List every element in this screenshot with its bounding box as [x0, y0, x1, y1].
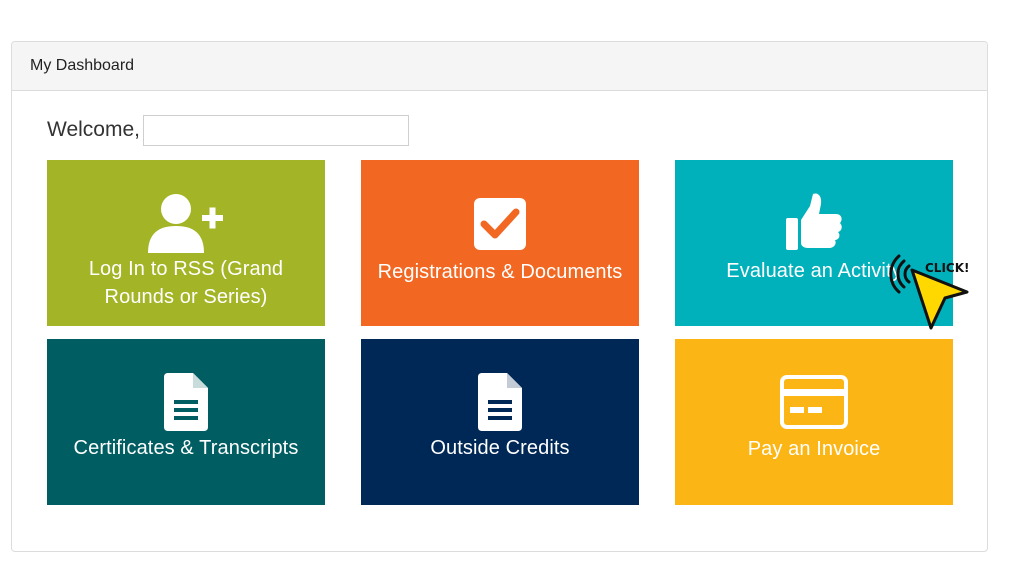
- tile-pay-invoice[interactable]: Pay an Invoice: [675, 339, 953, 505]
- tile-label: Certificates & Transcripts: [73, 437, 299, 459]
- tile-evaluate-activity[interactable]: Evaluate an Activity: [675, 160, 953, 326]
- tile-outside-credits[interactable]: Outside Credits: [361, 339, 639, 505]
- tile-label: Evaluate an Activity: [726, 260, 902, 282]
- tile-label: Outside Credits: [430, 437, 570, 459]
- panel-title: My Dashboard: [12, 42, 987, 91]
- add-user-icon: [148, 194, 223, 253]
- welcome-row: Welcome,: [47, 114, 409, 146]
- document-icon: [478, 373, 522, 431]
- thumbs-up-icon: [786, 193, 842, 250]
- credit-card-icon: [780, 375, 848, 429]
- tile-label: Pay an Invoice: [747, 438, 881, 460]
- checkbox-icon: [474, 198, 526, 250]
- tile-registrations-documents[interactable]: Registrations & Documents: [361, 160, 639, 326]
- welcome-label: Welcome,: [47, 118, 140, 141]
- tile-log-in-rss[interactable]: Log In to RSS (Grand Rounds or Series): [47, 160, 325, 326]
- welcome-name-field[interactable]: [142, 114, 409, 146]
- tile-label: Log In to RSS (Grand Rounds or Series): [88, 258, 284, 308]
- tile-label: Registrations & Documents: [377, 261, 623, 283]
- document-icon: [164, 373, 208, 431]
- tile-certificates-transcripts[interactable]: Certificates & Transcripts: [47, 339, 325, 505]
